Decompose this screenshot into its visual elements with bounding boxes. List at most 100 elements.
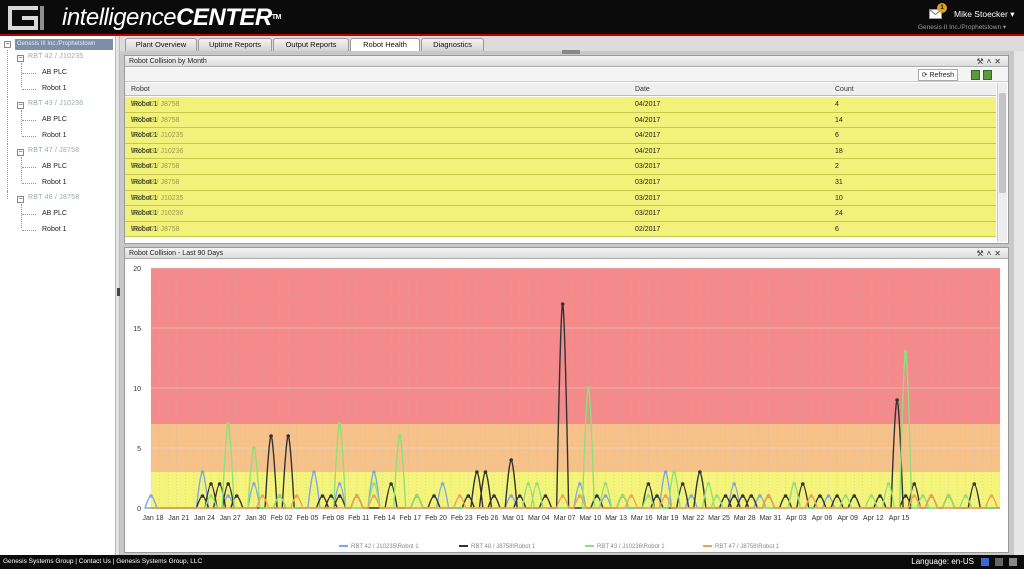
tree-node-device[interactable]: Robot 1 xyxy=(42,85,67,92)
footer-links[interactable]: Genesis Systems Group | Contact Us | Gen… xyxy=(3,555,202,569)
legend-item[interactable]: RBT 48 / J8758\Robot 1 xyxy=(459,542,535,552)
settings-icon[interactable] xyxy=(1009,558,1017,566)
close-icon[interactable]: ✕ xyxy=(994,57,1004,66)
legend-item[interactable]: RBT 47 / J8758\Robot 1 xyxy=(703,542,779,552)
legend-label: RBT 42 / J10235\Robot 1 xyxy=(351,544,419,550)
page-scrollbar[interactable] xyxy=(1014,51,1024,555)
robot-name: \Robot 1 xyxy=(131,147,158,155)
tab-uptime-reports[interactable]: Uptime Reports xyxy=(198,38,272,51)
collapse-icon[interactable]: − xyxy=(17,196,24,203)
help-icon[interactable] xyxy=(995,558,1003,566)
tree-connector xyxy=(22,167,36,168)
data-point xyxy=(912,494,917,498)
x-tick-label: Feb 05 xyxy=(296,515,318,522)
tree-node-device[interactable]: Robot 1 xyxy=(42,132,67,139)
collapse-icon[interactable]: − xyxy=(17,102,24,109)
panel-resize-handle[interactable] xyxy=(562,50,580,54)
data-point xyxy=(723,494,728,498)
tree-node-robot-group[interactable]: RBT 48 / J8758 xyxy=(28,194,79,201)
data-point xyxy=(886,482,891,486)
user-menu[interactable]: Mike Stoecker ▾ xyxy=(954,9,1015,20)
y-tick-label: 20 xyxy=(133,266,141,273)
legend-item[interactable]: RBT 43 / J10236\Robot 1 xyxy=(585,542,665,552)
tree-node-device[interactable]: AB PLC xyxy=(42,210,67,217)
x-tick-label: Jan 18 xyxy=(142,515,163,522)
table-row[interactable]: RBT 43 / J10236 \Robot 1 03/2017 24 xyxy=(125,206,996,222)
collision-chart: 0 5 10 15 20 Jan 18 Jan 21 Jan 24 Jan 27 Jan 30 Fe… xyxy=(133,266,1001,522)
table-row[interactable]: RBT 47 / J8758 \Robot 1 04/2017 4 xyxy=(125,97,996,113)
grid-scrollbar[interactable] xyxy=(997,83,1007,242)
tab-robot-health[interactable]: Robot Health xyxy=(350,38,420,52)
tree-node-robot-group[interactable]: RBT 42 / J10235 xyxy=(28,53,83,60)
data-point xyxy=(329,494,333,498)
legend-label: RBT 47 / J8758\Robot 1 xyxy=(715,544,780,550)
data-point xyxy=(269,434,273,438)
tools-icon[interactable]: ⚒ xyxy=(976,249,986,258)
data-point xyxy=(337,422,342,426)
flag-icon[interactable] xyxy=(981,558,989,566)
x-tick-label: Mar 10 xyxy=(579,515,601,522)
tree-node-robot-group[interactable]: RBT 47 / J8758 xyxy=(28,147,79,154)
language-indicator[interactable]: Language: en-US xyxy=(911,555,974,569)
table-row[interactable]: RBT 47 / J8758 \Robot 1 03/2017 2 xyxy=(125,159,996,175)
x-tick-label: Apr 15 xyxy=(889,515,910,522)
panel-header: Robot Collision - Last 90 Days ⚒˄✕ xyxy=(125,248,1008,259)
column-robot[interactable]: Robot xyxy=(131,83,150,96)
legend-item[interactable]: RBT 42 / J10235\Robot 1 xyxy=(339,542,419,552)
data-point xyxy=(577,494,582,498)
table-row[interactable]: RBT 48 / J8758 \Robot 1 04/2017 14 xyxy=(125,112,996,129)
data-point xyxy=(809,494,814,498)
x-tick-label: Feb 11 xyxy=(348,515,369,522)
collapse-icon[interactable]: − xyxy=(17,55,24,62)
tree-root[interactable]: − Genesis III Inc./Prophetstown xyxy=(3,39,113,50)
tab-plant-overview[interactable]: Plant Overview xyxy=(125,38,197,51)
data-point xyxy=(475,470,479,474)
collapse-icon[interactable]: − xyxy=(4,41,11,48)
column-date[interactable]: Date xyxy=(635,83,650,96)
x-tick-label: Mar 25 xyxy=(708,515,730,522)
tree-node-robot-group[interactable]: RBT 43 / J10236 xyxy=(28,100,83,107)
table-row[interactable]: RBT 43 / J10236 \Robot 1 04/2017 18 xyxy=(125,143,996,160)
tools-icon[interactable]: ⚒ xyxy=(976,57,986,66)
table-row[interactable]: RBT 47 / J8758 \Robot 1 02/2017 6 xyxy=(125,221,996,238)
x-tick-label: Jan 24 xyxy=(194,515,215,522)
table-row[interactable]: RBT 48 / J8758 \Robot 1 03/2017 31 xyxy=(125,175,996,191)
tree-node-device[interactable]: AB PLC xyxy=(42,116,67,123)
scrollbar-thumb[interactable] xyxy=(999,93,1006,193)
x-tick-label: Feb 02 xyxy=(271,515,293,522)
data-point xyxy=(766,494,771,498)
tab-diagnostics[interactable]: Diagnostics xyxy=(421,38,484,51)
column-count[interactable]: Count xyxy=(835,83,854,96)
data-point xyxy=(526,482,531,486)
export-csv-icon[interactable] xyxy=(983,70,992,80)
org-selector[interactable]: Genesis II Inc./Prophetstown ▾ xyxy=(918,23,1006,31)
data-point xyxy=(732,494,736,498)
org-name: Genesis II Inc./Prophetstown xyxy=(918,24,1002,31)
close-icon[interactable]: ✕ xyxy=(994,249,1004,258)
cell-count: 14 xyxy=(835,116,843,124)
table-row[interactable]: RBT 42 / J10235 \Robot 1 03/2017 10 xyxy=(125,190,996,207)
data-point xyxy=(483,470,488,474)
tree-node-device[interactable]: AB PLC xyxy=(42,163,67,170)
refresh-label: Refresh xyxy=(929,72,954,79)
tree-node-device[interactable]: AB PLC xyxy=(42,69,67,76)
tree-connector xyxy=(22,136,36,137)
cell-count: 6 xyxy=(835,225,839,233)
robot-name: \Robot 1 xyxy=(131,116,158,124)
data-point xyxy=(972,482,977,486)
tree-node-device[interactable]: Robot 1 xyxy=(42,226,67,233)
data-point xyxy=(200,494,205,498)
table-row[interactable]: RBT 42 / J10235 \Robot 1 04/2017 6 xyxy=(125,128,996,144)
tab-bar: Plant Overview Uptime Reports Output Rep… xyxy=(120,36,1024,52)
data-point xyxy=(209,494,213,498)
panel-controls: ⚒˄✕ xyxy=(976,57,1004,66)
brand-trademark: TM xyxy=(271,14,282,21)
export-excel-icon[interactable] xyxy=(971,70,980,80)
x-tick-label: Feb 17 xyxy=(399,515,421,522)
brand-title: intelligenceCENTERTM xyxy=(62,4,281,32)
tab-output-reports[interactable]: Output Reports xyxy=(273,38,349,51)
tree-connector xyxy=(21,204,22,228)
tree-node-device[interactable]: Robot 1 xyxy=(42,179,67,186)
refresh-button[interactable]: ⟳ Refresh xyxy=(917,69,958,81)
collapse-icon[interactable]: − xyxy=(17,149,24,156)
